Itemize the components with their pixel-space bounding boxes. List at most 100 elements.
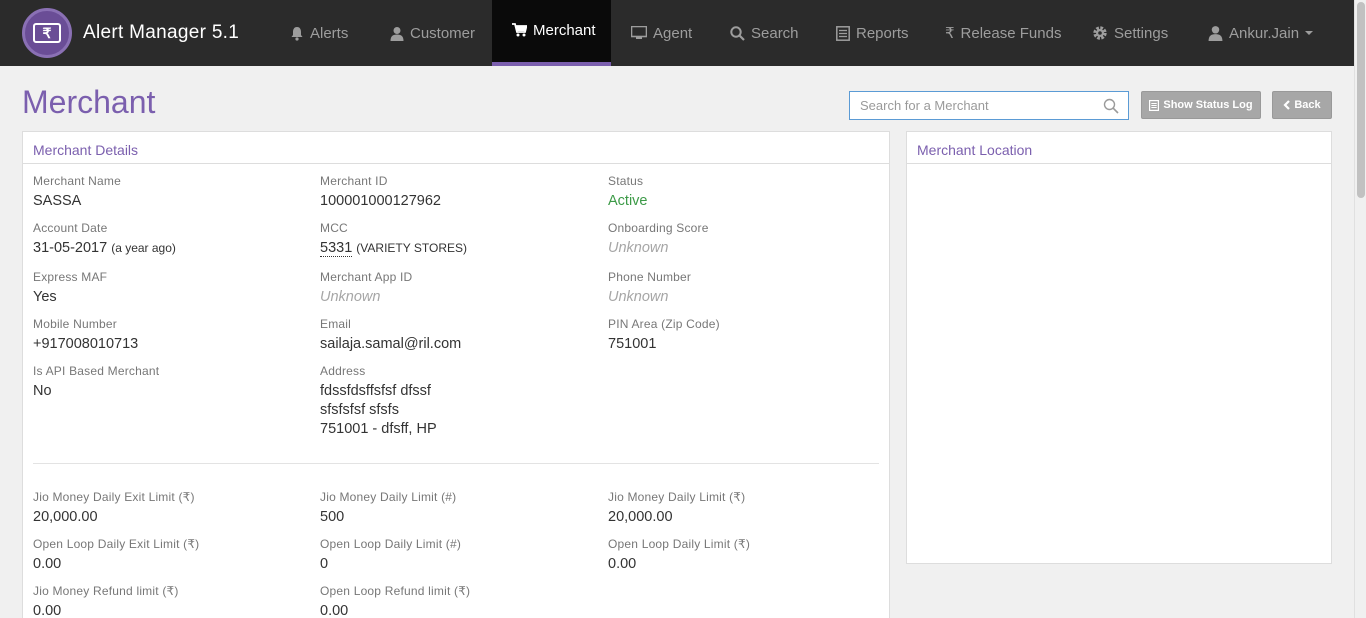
mcc-code[interactable]: 5331 (320, 240, 353, 257)
jm-daily-exit-limit-label: Jio Money Daily Exit Limit (₹) (33, 490, 195, 504)
merchant-location-heading: Merchant Location (907, 132, 1331, 164)
api-based-value: No (33, 383, 52, 399)
status-label: Status (608, 174, 644, 188)
merchant-app-id-value: Unknown (320, 289, 381, 305)
nav-merchant-label: Merchant (533, 21, 596, 39)
jm-daily-count-limit-value: 500 (320, 509, 345, 525)
merchant-details-heading: Merchant Details (23, 132, 889, 164)
ol-daily-amount-limit-label: Open Loop Daily Limit (₹) (608, 537, 751, 551)
brand[interactable]: ₹ Alert Manager 5.1 (22, 8, 239, 58)
back-label: Back (1294, 99, 1321, 111)
nav-search[interactable]: Search (730, 0, 799, 66)
account-date-label: Account Date (33, 221, 108, 235)
rupee-icon: ₹ (945, 25, 955, 42)
onboarding-score-label: Onboarding Score (608, 221, 709, 235)
jm-daily-amount-limit-label: Jio Money Daily Limit (₹) (608, 490, 746, 504)
email-value: sailaja.samal@ril.com (320, 336, 462, 352)
user-name: Ankur.Jain (1229, 24, 1300, 42)
map-area[interactable] (907, 164, 1331, 563)
top-navbar: ₹ Alert Manager 5.1 Alerts Customer Merc… (0, 0, 1354, 66)
nav-agent-label: Agent (653, 24, 693, 42)
nav-merchant[interactable]: Merchant (492, 0, 611, 66)
shopping-cart-icon (512, 23, 527, 37)
user-menu[interactable]: Ankur.Jain (1208, 0, 1314, 66)
mcc-field: MCC 5331 (VARIETY STORES) (320, 221, 467, 258)
jm-daily-count-limit-field: Jio Money Daily Limit (#) 500 (320, 490, 456, 527)
merchant-name-field: Merchant Name SASSA (33, 174, 121, 211)
page-scrollbar[interactable] (1354, 0, 1366, 618)
scrollbar-thumb[interactable] (1357, 2, 1365, 198)
monitor-icon (631, 26, 647, 40)
ol-refund-limit-label: Open Loop Refund limit (₹) (320, 584, 471, 598)
onboarding-score-field: Onboarding Score Unknown (608, 221, 709, 258)
address-line-1: fdssfdsffsfsf dfssf (320, 383, 431, 399)
mcc-description: (VARIETY STORES) (356, 241, 467, 255)
list-document-icon (836, 25, 850, 41)
merchant-id-field: Merchant ID 100001000127962 (320, 174, 441, 211)
merchant-name-value: SASSA (33, 193, 82, 209)
account-date-field: Account Date 31-05-2017 (a year ago) (33, 221, 176, 258)
account-date-relative: (a year ago) (111, 241, 176, 255)
express-maf-value: Yes (33, 289, 57, 305)
merchant-details-panel: Merchant Details Merchant Name SASSA Mer… (22, 131, 890, 618)
nav-release-funds-label: Release Funds (960, 24, 1062, 42)
user-icon (1208, 25, 1223, 41)
nav-agent[interactable]: Agent (631, 0, 692, 66)
merchant-search-input[interactable] (850, 92, 1090, 119)
phone-number-value: Unknown (608, 289, 669, 305)
mobile-number-label: Mobile Number (33, 317, 117, 331)
mobile-number-value: +917008010713 (33, 336, 139, 352)
show-status-log-label: Show Status Log (1163, 99, 1253, 111)
address-field: Address fdssfdsffsfsf dfssf sfsfsfsf sfs… (320, 364, 437, 439)
ol-daily-count-limit-value: 0 (320, 556, 329, 572)
nav-reports[interactable]: Reports (836, 0, 909, 66)
pin-area-value: 751001 (608, 336, 657, 352)
ol-daily-count-limit-field: Open Loop Daily Limit (#) 0 (320, 537, 461, 574)
user-icon (390, 26, 404, 41)
merchant-id-value: 100001000127962 (320, 193, 441, 209)
jm-daily-amount-limit-field: Jio Money Daily Limit (₹) 20,000.00 (608, 490, 745, 527)
address-line-3: 751001 - dfsff, HP (320, 421, 437, 437)
nav-reports-label: Reports (856, 24, 909, 42)
nav-alerts[interactable]: Alerts (290, 0, 348, 66)
merchant-app-id-label: Merchant App ID (320, 270, 413, 284)
app-title: Alert Manager 5.1 (83, 22, 240, 43)
nav-release-funds[interactable]: ₹ Release Funds (945, 0, 1061, 66)
ol-daily-amount-limit-value: 0.00 (608, 556, 637, 572)
status-field: Status Active (608, 174, 648, 211)
address-line-2: sfsfsfsf sfsfs (320, 402, 399, 418)
ol-refund-limit-value: 0.00 (320, 603, 349, 618)
rupee-card-icon: ₹ (22, 8, 72, 58)
ol-daily-exit-limit-value: 0.00 (33, 556, 62, 572)
nav-settings[interactable]: Settings (1092, 0, 1168, 66)
mcc-label: MCC (320, 221, 348, 235)
mobile-number-field: Mobile Number +917008010713 (33, 317, 138, 354)
list-document-icon (1149, 99, 1160, 111)
ol-refund-limit-field: Open Loop Refund limit (₹) 0.00 (320, 584, 470, 618)
back-button[interactable]: Back (1272, 91, 1332, 119)
show-status-log-button[interactable]: Show Status Log (1141, 91, 1261, 119)
ol-daily-amount-limit-field: Open Loop Daily Limit (₹) 0.00 (608, 537, 750, 574)
merchant-id-label: Merchant ID (320, 174, 388, 188)
section-divider (33, 463, 879, 464)
account-date-value: 31-05-2017 (33, 240, 108, 256)
pin-area-label: PIN Area (Zip Code) (608, 317, 720, 331)
api-based-label: Is API Based Merchant (33, 364, 160, 378)
caret-down-icon (1305, 31, 1314, 35)
pin-area-field: PIN Area (Zip Code) 751001 (608, 317, 720, 354)
phone-number-label: Phone Number (608, 270, 692, 284)
nav-customer-label: Customer (410, 24, 476, 42)
account-date-value-row: 31-05-2017 (a year ago) (33, 239, 176, 258)
search-icon[interactable] (1103, 98, 1119, 119)
nav-alerts-label: Alerts (310, 24, 349, 42)
nav-search-label: Search (751, 24, 799, 42)
nav-customer[interactable]: Customer (390, 0, 475, 66)
jm-refund-limit-field: Jio Money Refund limit (₹) 0.00 (33, 584, 179, 618)
ol-daily-exit-limit-label: Open Loop Daily Exit Limit (₹) (33, 537, 200, 551)
mcc-value-row: 5331 (VARIETY STORES) (320, 239, 467, 258)
nav-settings-label: Settings (1114, 24, 1169, 42)
api-based-field: Is API Based Merchant No (33, 364, 159, 401)
express-maf-field: Express MAF Yes (33, 270, 107, 307)
jm-refund-limit-label: Jio Money Refund limit (₹) (33, 584, 179, 598)
jm-daily-count-limit-label: Jio Money Daily Limit (#) (320, 490, 457, 504)
